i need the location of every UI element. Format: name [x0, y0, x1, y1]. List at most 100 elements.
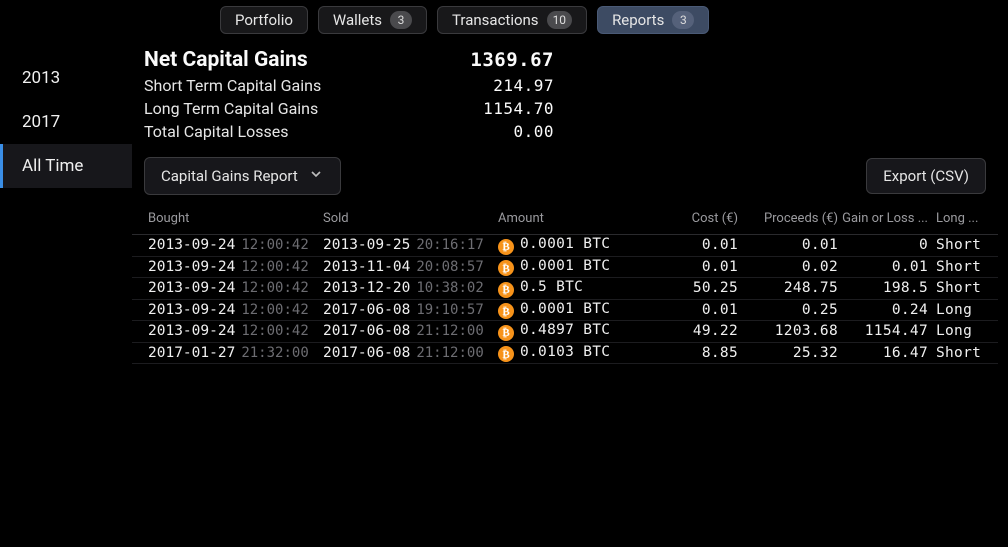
bought-time: 12:00:42 — [241, 259, 308, 275]
amount-cell: ₿0.0001 BTC — [498, 301, 648, 320]
proceeds-cell: 1203.68 — [738, 323, 838, 339]
tab-badge: 10 — [547, 11, 573, 29]
bought-cell: 2013-09-24 12:00:42 — [148, 259, 323, 275]
sold-cell: 2017-06-08 21:12:00 — [323, 345, 498, 361]
header-gain-loss[interactable]: Gain or Loss ... — [838, 211, 928, 226]
cost-cell: 49.22 — [648, 323, 738, 339]
amount-value: 0.0001 BTC — [520, 236, 610, 252]
sidebar-item-2013[interactable]: 2013 — [0, 56, 132, 100]
main-content: Net Capital Gains 1369.67 Short Term Cap… — [132, 42, 1008, 547]
bitcoin-icon: ₿ — [498, 260, 514, 276]
sidebar-item-label: All Time — [22, 156, 83, 176]
bought-date: 2013-09-24 — [148, 323, 235, 339]
cost-cell: 0.01 — [648, 259, 738, 275]
amount-cell: ₿0.4897 BTC — [498, 322, 648, 341]
sold-time: 20:16:17 — [416, 237, 483, 253]
bought-time: 21:32:00 — [241, 345, 308, 361]
bought-time: 12:00:42 — [241, 323, 308, 339]
tab-label: Transactions — [452, 11, 539, 29]
bought-date: 2013-09-24 — [148, 259, 235, 275]
header-amount[interactable]: Amount — [498, 211, 648, 226]
sidebar-item-label: 2013 — [22, 68, 60, 88]
report-selector-label: Capital Gains Report — [161, 167, 298, 185]
header-cost[interactable]: Cost (€) — [648, 211, 738, 226]
table-header: Bought Sold Amount Cost (€) Proceeds (€)… — [132, 205, 998, 235]
term-cell: Short — [928, 237, 988, 253]
sidebar-item-2017[interactable]: 2017 — [0, 100, 132, 144]
bitcoin-icon: ₿ — [498, 282, 514, 298]
sidebar: 2013 2017 All Time — [0, 42, 132, 547]
gain-loss-cell: 0 — [838, 237, 928, 253]
bitcoin-icon: ₿ — [498, 239, 514, 255]
sidebar-item-all-time[interactable]: All Time — [0, 144, 132, 188]
sold-date: 2017-06-08 — [323, 302, 410, 318]
header-bought[interactable]: Bought — [148, 211, 323, 226]
sold-cell: 2013-12-20 10:38:02 — [323, 280, 498, 296]
summary-row-label: Long Term Capital Gains — [144, 99, 464, 118]
proceeds-cell: 0.25 — [738, 302, 838, 318]
top-tabs: Portfolio Wallets3 Transactions 10 Reports3 — [0, 0, 1008, 42]
table-row[interactable]: 2013-09-2412:00:422013-12-20 10:38:02 ₿0.5… — [132, 278, 998, 300]
term-cell: Short — [928, 259, 988, 275]
sold-time: 10:38:02 — [416, 280, 483, 296]
gain-loss-cell: 0.24 — [838, 302, 928, 318]
cost-cell: 50.25 — [648, 280, 738, 296]
gain-loss-cell: 1154.47 — [838, 323, 928, 339]
tab-wallets[interactable]: Wallets3 — [318, 6, 427, 34]
term-cell: Short — [928, 280, 988, 296]
cost-cell: 0.01 — [648, 302, 738, 318]
table-row[interactable]: 2013-09-24 12:00:42 2017-06-08 19:10:57 ₿0.0… — [132, 300, 998, 322]
tab-label: Portfolio — [235, 11, 293, 29]
summary-row: Total Capital Losses0.00 — [144, 120, 998, 143]
sold-cell: 2013-09-2520:16:17 — [323, 237, 498, 253]
proceeds-cell: 0.01 — [738, 237, 838, 253]
net-gains-value: 1369.67 — [464, 49, 554, 71]
table-row[interactable]: 2013-09-24 12:00:42 2017-06-08 21:12:00 ₿0.4… — [132, 321, 998, 343]
gain-loss-cell: 16.47 — [838, 345, 928, 361]
cost-cell: 8.85 — [648, 345, 738, 361]
header-proceeds[interactable]: Proceeds (€) — [738, 211, 838, 226]
bought-date: 2013-09-24 — [148, 302, 235, 318]
sold-time: 21:12:00 — [416, 345, 483, 361]
export-csv-label: Export (CSV) — [883, 167, 969, 185]
report-selector[interactable]: Capital Gains Report — [144, 157, 341, 195]
chevron-down-icon — [308, 166, 324, 186]
term-cell: Short — [928, 345, 988, 361]
sold-time: 21:12:00 — [416, 323, 483, 339]
amount-value: 0.0001 BTC — [520, 258, 610, 274]
gain-loss-cell: 198.5 — [838, 280, 928, 296]
export-csv-button[interactable]: Export (CSV) — [866, 158, 986, 194]
amount-cell: ₿ 0.0001 BTC — [498, 258, 648, 277]
sold-cell: 2013-11-0420:08:57 — [323, 259, 498, 275]
report-toolbar: Capital Gains Report Export (CSV) — [132, 157, 998, 205]
table-row[interactable]: 2017-01-2721:32:002017-06-0821:12:00₿0.0… — [132, 343, 998, 365]
bought-time: 12:00:42 — [241, 302, 308, 318]
bitcoin-icon: ₿ — [498, 346, 514, 362]
proceeds-cell: 25.32 — [738, 345, 838, 361]
tab-portfolio[interactable]: Portfolio — [220, 6, 308, 34]
tab-label: Wallets — [333, 11, 382, 29]
sold-cell: 2017-06-08 19:10:57 — [323, 302, 498, 318]
bought-cell: 2013-09-24 12:00:42 — [148, 302, 323, 318]
tab-transactions[interactable]: Transactions 10 — [437, 6, 587, 34]
sidebar-item-label: 2017 — [22, 112, 60, 132]
gain-loss-cell: 0.01 — [838, 259, 928, 275]
table-row[interactable]: 2013-09-24 12:00:42 2013-11-0420:08:57₿ 0.0… — [132, 257, 998, 279]
amount-value: 0.0103 BTC — [520, 344, 610, 360]
amount-cell: ₿0.5 BTC — [498, 279, 648, 298]
term-cell: Long — [928, 323, 988, 339]
bought-cell: 2013-09-2412:00:42 — [148, 280, 323, 296]
sold-date: 2017-06-08 — [323, 323, 410, 339]
table-row[interactable]: 2013-09-2412:00:422013-09-2520:16:17₿0.0… — [132, 235, 998, 257]
tab-reports[interactable]: Reports3 — [597, 6, 709, 34]
sold-time: 19:10:57 — [416, 302, 483, 318]
term-cell: Long — [928, 302, 988, 318]
amount-cell: ₿ 0.0103 BTC — [498, 344, 648, 363]
proceeds-cell: 248.75 — [738, 280, 838, 296]
sold-date: 2017-06-08 — [323, 345, 410, 361]
header-term[interactable]: Long ... — [928, 211, 988, 226]
summary-row-label: Short Term Capital Gains — [144, 76, 464, 95]
header-sold[interactable]: Sold — [323, 211, 498, 226]
sold-date: 2013-12-20 — [323, 280, 410, 296]
net-gains-label: Net Capital Gains — [144, 48, 464, 72]
